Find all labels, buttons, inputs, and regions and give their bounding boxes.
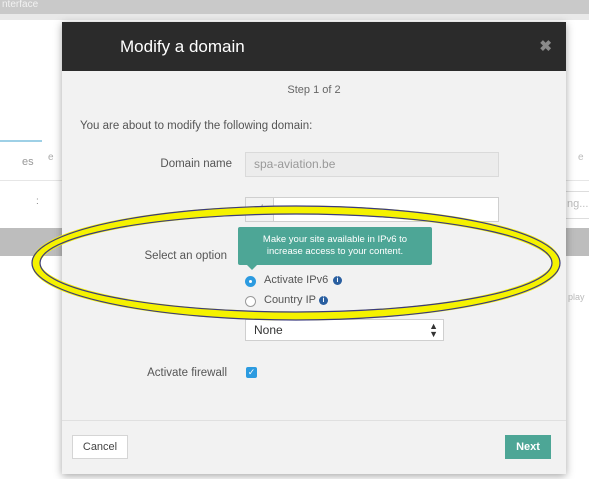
modify-domain-dialog: Modify a domain ✖ Step 1 of 2 You are ab…	[62, 22, 566, 474]
option-country-ip-label[interactable]: Country IP	[264, 294, 316, 306]
subdomain-field[interactable]: ./ www	[245, 197, 499, 222]
dialog-footer: Cancel Next	[62, 420, 566, 475]
step-indicator: Step 1 of 2	[287, 84, 341, 96]
background-dot: :	[36, 196, 39, 207]
domain-name-field: spa-aviation.be	[245, 152, 499, 177]
background-divider	[0, 14, 589, 20]
option-activate-ipv6-label[interactable]: Activate IPv6	[264, 274, 328, 286]
background-top-label: nterface	[2, 0, 39, 10]
intro-text: You are about to modify the following do…	[80, 120, 313, 132]
country-ip-select-value: None	[254, 323, 283, 337]
background-search-text: ng...	[567, 198, 589, 210]
select-chevron-icon: ▲ ▼	[429, 321, 438, 339]
info-icon[interactable]: i	[333, 276, 342, 285]
subdomain-value: www	[282, 201, 308, 215]
tooltip-line-1: Make your site available in IPv6 to	[262, 234, 408, 245]
background-tab-3[interactable]: e	[578, 152, 584, 163]
domain-name-label: Domain name	[160, 158, 232, 170]
ipv6-tooltip: Make your site available in IPv6 to incr…	[238, 227, 432, 265]
background-topbar: nterface	[0, 0, 589, 14]
subdomain-prefix: ./	[246, 198, 274, 221]
info-icon[interactable]: i	[319, 296, 328, 305]
firewall-label: Activate firewall	[147, 367, 227, 379]
close-icon[interactable]: ✖	[539, 37, 552, 55]
tooltip-line-2: increase access to your content.	[266, 246, 404, 257]
select-option-label: Select an option	[144, 250, 227, 262]
cancel-button[interactable]: Cancel	[72, 435, 128, 459]
firewall-checkbox[interactable]: ✓	[246, 367, 257, 378]
dialog-header: Modify a domain ✖	[62, 22, 566, 71]
dialog-title: Modify a domain	[120, 37, 245, 56]
radio-activate-ipv6[interactable]	[245, 276, 256, 287]
background-side-text: play	[568, 292, 585, 302]
tooltip-arrow	[247, 265, 257, 270]
background-tab-2[interactable]: e	[48, 152, 54, 163]
background-tab[interactable]: es	[0, 140, 42, 182]
next-button[interactable]: Next	[505, 435, 551, 459]
background-tab-label: es	[22, 156, 34, 168]
country-ip-select[interactable]: None ▲ ▼	[245, 319, 444, 341]
radio-country-ip[interactable]	[245, 296, 256, 307]
